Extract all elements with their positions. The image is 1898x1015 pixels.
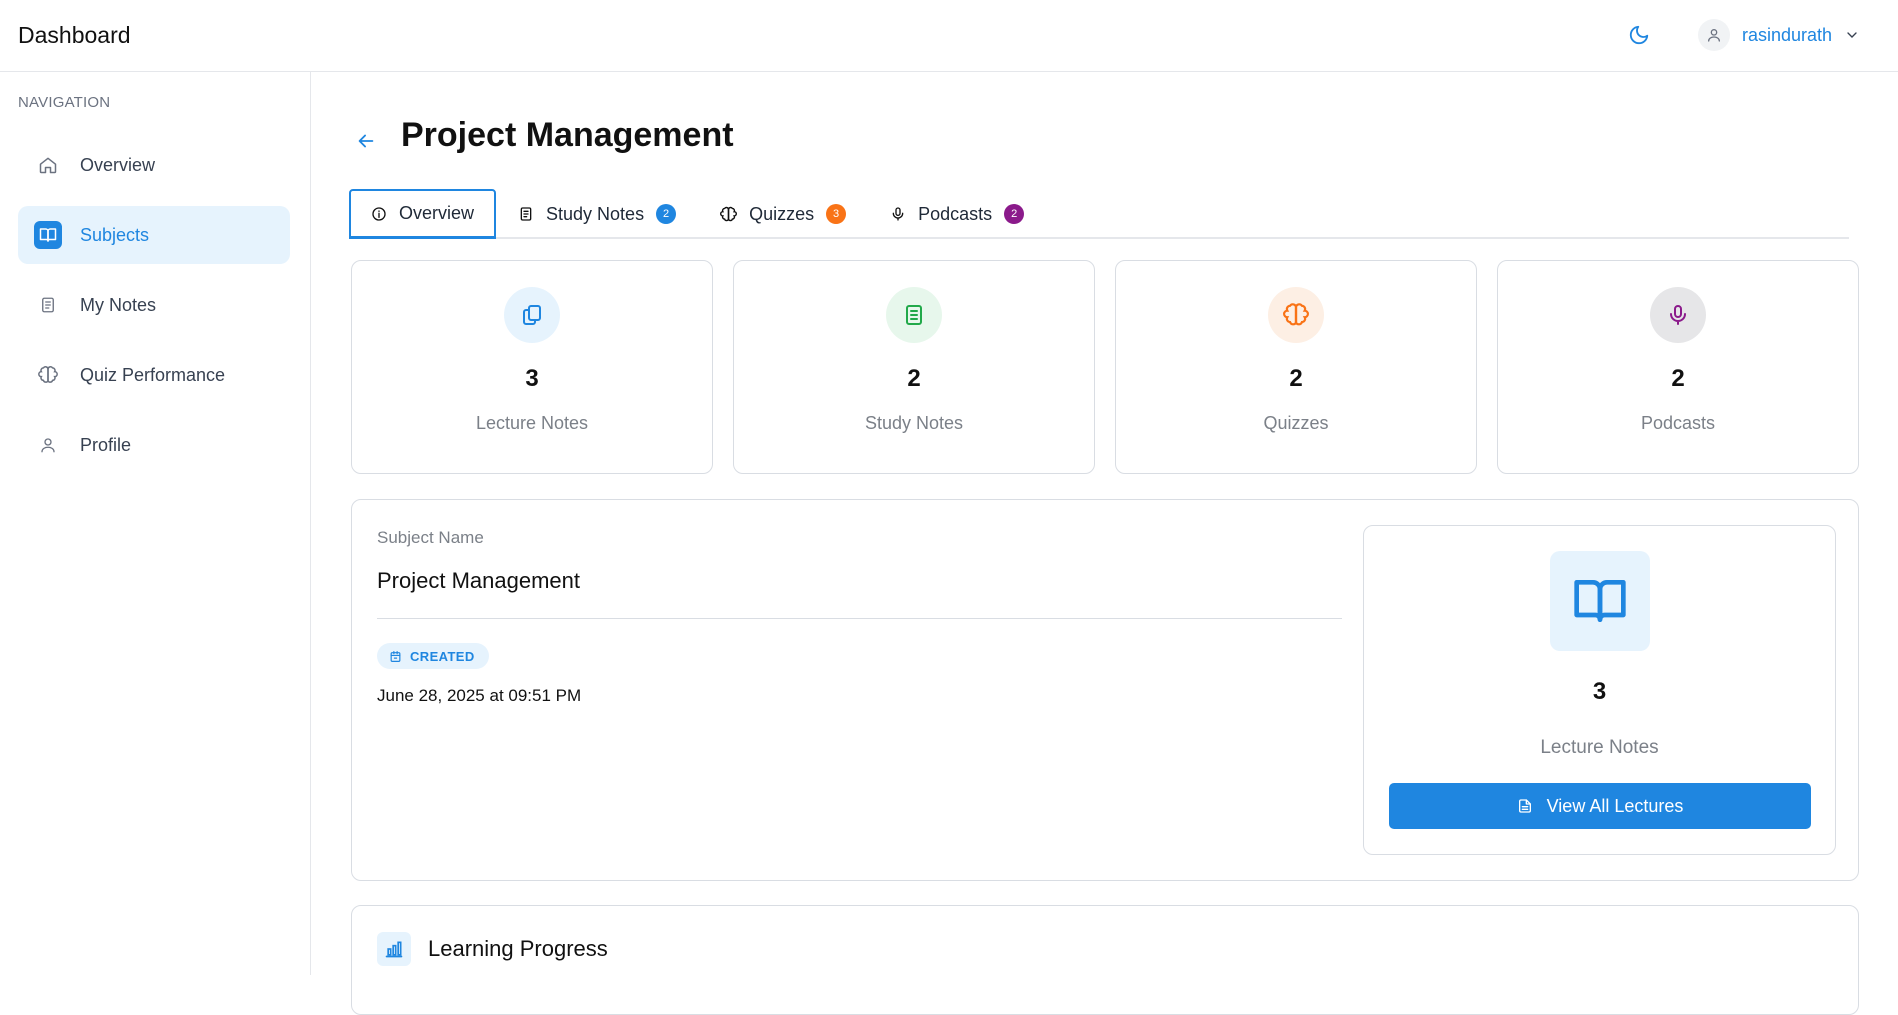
- user-icon: [1708, 29, 1720, 42]
- view-all-lectures-button[interactable]: View All Lectures: [1389, 783, 1811, 829]
- tab-quizzes[interactable]: Quizzes 3: [698, 189, 868, 239]
- divider: [377, 618, 1342, 619]
- top-bar: Dashboard rasindurath: [0, 0, 1898, 72]
- subject-detail-card: Subject Name Project Management CREATED …: [351, 499, 1859, 881]
- count-badge: 2: [1004, 204, 1025, 224]
- user-menu[interactable]: rasindurath: [1698, 18, 1860, 52]
- page-title: Project Management: [401, 116, 734, 154]
- main-content: Project Management Overview Study Notes …: [311, 72, 1898, 1015]
- stat-card-study-notes: 2 Study Notes: [733, 260, 1095, 474]
- created-date: June 28, 2025 at 09:51 PM: [377, 686, 582, 705]
- lecture-count: 3: [1592, 678, 1607, 705]
- lecture-summary: 3 Lecture Notes View All Lectures: [1363, 525, 1836, 855]
- sidebar-item-label: Subjects: [80, 224, 150, 245]
- stat-card-lecture-notes: 3 Lecture Notes: [351, 260, 713, 474]
- count-badge: 3: [826, 204, 847, 224]
- learning-progress-card: Learning Progress: [351, 905, 1859, 1015]
- app-title: Dashboard: [18, 22, 131, 48]
- sidebar-item-overview[interactable]: Overview: [18, 136, 290, 194]
- home-icon: [34, 151, 62, 179]
- mic-icon: [892, 207, 904, 221]
- sidebar-item-my-notes[interactable]: My Notes: [18, 276, 290, 334]
- stats-row: 3 Lecture Notes 2 Study Notes 2 Quizzes …: [351, 260, 1859, 474]
- arrow-left-icon: [358, 134, 374, 148]
- created-badge: CREATED: [377, 643, 489, 669]
- tab-overview[interactable]: Overview: [349, 189, 497, 239]
- sidebar: NAVIGATION Overview Subjects My Notes Qu…: [0, 72, 311, 975]
- learning-progress-title: Learning Progress: [428, 936, 608, 961]
- sidebar-item-label: Overview: [80, 154, 156, 175]
- stat-label: Study Notes: [864, 413, 964, 433]
- notes-icon: [886, 287, 942, 343]
- back-button[interactable]: [351, 126, 381, 156]
- bar-chart-icon: [377, 932, 411, 966]
- sidebar-item-label: My Notes: [80, 294, 157, 315]
- moon-icon: [1629, 25, 1649, 45]
- tab-label: Quizzes: [749, 203, 815, 224]
- book-open-icon: [34, 221, 62, 249]
- sidebar-item-label: Profile: [80, 434, 132, 455]
- nav-heading: NAVIGATION: [18, 94, 111, 111]
- tab-label: Overview: [399, 203, 475, 223]
- sidebar-item-label: Quiz Performance: [80, 364, 226, 385]
- brain-icon: [1268, 287, 1324, 343]
- lecture-label: Lecture Notes: [1540, 737, 1659, 758]
- stat-label: Lecture Notes: [475, 413, 589, 433]
- stat-card-podcasts: 2 Podcasts: [1497, 260, 1859, 474]
- sidebar-item-subjects[interactable]: Subjects: [18, 206, 290, 264]
- brain-icon: [720, 206, 738, 221]
- tab-label: Podcasts: [918, 203, 993, 224]
- sidebar-item-profile[interactable]: Profile: [18, 416, 290, 474]
- count-badge: 2: [656, 204, 677, 224]
- chevron-down-icon: [1847, 32, 1857, 38]
- view-all-lectures-label: View All Lectures: [1546, 795, 1684, 816]
- mic-icon: [1650, 287, 1706, 343]
- brain-icon: [34, 361, 62, 389]
- sidebar-item-quiz-performance[interactable]: Quiz Performance: [18, 346, 290, 404]
- copy-icon: [504, 287, 560, 343]
- stat-value: 3: [525, 365, 539, 392]
- created-label: CREATED: [410, 648, 475, 664]
- info-icon: [372, 206, 386, 221]
- user-icon: [34, 431, 62, 459]
- file-icon: [1518, 799, 1531, 813]
- stat-label: Quizzes: [1263, 413, 1329, 433]
- nav-list: Overview Subjects My Notes Quiz Performa…: [18, 136, 290, 486]
- theme-toggle-button[interactable]: [1624, 20, 1654, 50]
- stat-value: 2: [1671, 365, 1685, 392]
- stat-label: Podcasts: [1640, 413, 1716, 433]
- avatar: [1698, 19, 1730, 51]
- tab-podcasts[interactable]: Podcasts 2: [868, 189, 1046, 239]
- book-open-icon: [1550, 551, 1650, 651]
- calendar-icon: [390, 650, 401, 662]
- stat-value: 2: [1289, 365, 1303, 392]
- tab-study-notes[interactable]: Study Notes 2: [496, 189, 698, 239]
- username: rasindurath: [1742, 24, 1833, 45]
- stat-value: 2: [907, 365, 921, 392]
- tab-bar: Overview Study Notes 2 Quizzes 3 Podcast…: [349, 189, 1849, 239]
- notes-icon: [34, 291, 62, 319]
- stat-card-quizzes: 2 Quizzes: [1115, 260, 1477, 474]
- tab-label: Study Notes: [546, 203, 645, 224]
- field-label: Subject Name: [377, 528, 484, 547]
- notes-icon: [520, 207, 532, 221]
- subject-name: Project Management: [377, 568, 580, 593]
